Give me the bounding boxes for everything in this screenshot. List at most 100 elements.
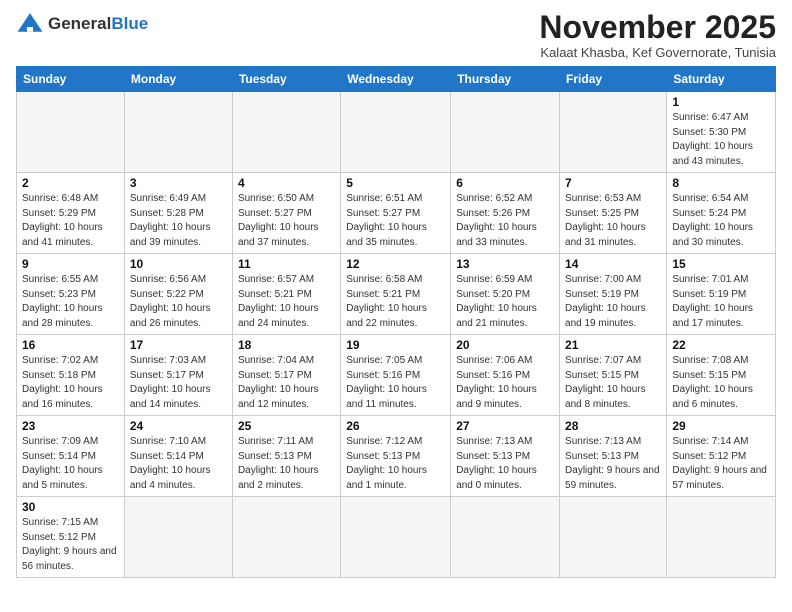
day-number: 12 [346,257,445,271]
col-header-saturday: Saturday [667,67,776,92]
calendar-cell: 8 Sunrise: 6:54 AM Sunset: 5:24 PM Daylig… [667,173,776,254]
day-number: 1 [672,95,770,109]
day-info: Sunrise: 6:52 AM Sunset: 5:26 PM Dayligh… [456,192,554,250]
calendar-cell: 13 Sunrise: 6:59 AM Sunset: 5:20 PM Dayli… [451,254,560,335]
day-number: 19 [346,338,445,352]
calendar-cell [341,92,451,173]
day-number: 3 [130,176,227,190]
calendar-table: SundayMondayTuesdayWednesdayThursdayFrid… [16,66,776,578]
calendar-cell: 20 Sunrise: 7:06 AM Sunset: 5:16 PM Dayli… [451,335,560,416]
col-header-thursday: Thursday [451,67,560,92]
day-number: 16 [22,338,119,352]
day-number: 17 [130,338,227,352]
week-row-3: 16 Sunrise: 7:02 AM Sunset: 5:18 PM Dayli… [17,335,776,416]
calendar-cell [667,497,776,578]
day-info: Sunrise: 6:56 AM Sunset: 5:22 PM Dayligh… [130,273,227,331]
calendar-cell: 24 Sunrise: 7:10 AM Sunset: 5:14 PM Dayli… [124,416,232,497]
col-header-wednesday: Wednesday [341,67,451,92]
calendar-cell: 17 Sunrise: 7:03 AM Sunset: 5:17 PM Dayli… [124,335,232,416]
week-row-4: 23 Sunrise: 7:09 AM Sunset: 5:14 PM Dayli… [17,416,776,497]
day-info: Sunrise: 6:50 AM Sunset: 5:27 PM Dayligh… [238,192,335,250]
calendar-cell: 2Sunrise: 6:48 AM Sunset: 5:29 PM Daylig… [17,173,125,254]
day-number: 30 [22,500,119,514]
day-number: 7 [565,176,661,190]
day-info: Sunrise: 7:13 AM Sunset: 5:13 PM Dayligh… [565,435,661,493]
day-number: 14 [565,257,661,271]
calendar-cell [232,92,340,173]
day-info: Sunrise: 7:15 AM Sunset: 5:12 PM Dayligh… [22,516,119,574]
calendar-cell: 19 Sunrise: 7:05 AM Sunset: 5:16 PM Dayli… [341,335,451,416]
day-info: Sunrise: 7:03 AM Sunset: 5:17 PM Dayligh… [130,354,227,412]
calendar-cell: 10Sunrise: 6:56 AM Sunset: 5:22 PM Dayli… [124,254,232,335]
day-info: Sunrise: 6:47 AM Sunset: 5:30 PM Dayligh… [672,111,770,169]
day-info: Sunrise: 6:58 AM Sunset: 5:21 PM Dayligh… [346,273,445,331]
location-subtitle: Kalaat Khasba, Kef Governorate, Tunisia [539,45,776,60]
calendar-cell: 9Sunrise: 6:55 AM Sunset: 5:23 PM Daylig… [17,254,125,335]
day-number: 21 [565,338,661,352]
day-number: 24 [130,419,227,433]
day-number: 18 [238,338,335,352]
col-header-sunday: Sunday [17,67,125,92]
day-number: 6 [456,176,554,190]
calendar-cell: 23 Sunrise: 7:09 AM Sunset: 5:14 PM Dayli… [17,416,125,497]
day-number: 11 [238,257,335,271]
day-info: Sunrise: 7:04 AM Sunset: 5:17 PM Dayligh… [238,354,335,412]
calendar-cell [560,497,667,578]
day-number: 27 [456,419,554,433]
day-number: 20 [456,338,554,352]
day-number: 8 [672,176,770,190]
calendar-cell [451,497,560,578]
page-container: GeneralBlue November 2025 Kalaat Khasba,… [0,0,792,588]
day-number: 5 [346,176,445,190]
day-info: Sunrise: 7:02 AM Sunset: 5:18 PM Dayligh… [22,354,119,412]
week-row-1: 2Sunrise: 6:48 AM Sunset: 5:29 PM Daylig… [17,173,776,254]
calendar-cell: 18 Sunrise: 7:04 AM Sunset: 5:17 PM Dayli… [232,335,340,416]
calendar-cell: 1 Sunrise: 6:47 AM Sunset: 5:30 PM Daylig… [667,92,776,173]
col-header-monday: Monday [124,67,232,92]
col-header-friday: Friday [560,67,667,92]
day-info: Sunrise: 6:54 AM Sunset: 5:24 PM Dayligh… [672,192,770,250]
calendar-cell: 4 Sunrise: 6:50 AM Sunset: 5:27 PM Daylig… [232,173,340,254]
calendar-cell: 30 Sunrise: 7:15 AM Sunset: 5:12 PM Dayli… [17,497,125,578]
title-block: November 2025 Kalaat Khasba, Kef Governo… [539,10,776,60]
calendar-cell: 6 Sunrise: 6:52 AM Sunset: 5:26 PM Daylig… [451,173,560,254]
calendar-cell: 16 Sunrise: 7:02 AM Sunset: 5:18 PM Dayli… [17,335,125,416]
day-info: Sunrise: 6:57 AM Sunset: 5:21 PM Dayligh… [238,273,335,331]
calendar-cell: 25Sunrise: 7:11 AM Sunset: 5:13 PM Dayli… [232,416,340,497]
calendar-cell [17,92,125,173]
calendar-cell: 21 Sunrise: 7:07 AM Sunset: 5:15 PM Dayli… [560,335,667,416]
calendar-cell: 7 Sunrise: 6:53 AM Sunset: 5:25 PM Daylig… [560,173,667,254]
day-number: 22 [672,338,770,352]
calendar-cell [124,92,232,173]
day-info: Sunrise: 7:06 AM Sunset: 5:16 PM Dayligh… [456,354,554,412]
week-row-2: 9Sunrise: 6:55 AM Sunset: 5:23 PM Daylig… [17,254,776,335]
day-number: 25 [238,419,335,433]
calendar-cell [560,92,667,173]
day-number: 4 [238,176,335,190]
day-number: 15 [672,257,770,271]
day-number: 13 [456,257,554,271]
day-info: Sunrise: 7:00 AM Sunset: 5:19 PM Dayligh… [565,273,661,331]
calendar-cell [232,497,340,578]
calendar-header-row: SundayMondayTuesdayWednesdayThursdayFrid… [17,67,776,92]
day-info: Sunrise: 7:14 AM Sunset: 5:12 PM Dayligh… [672,435,770,493]
day-info: Sunrise: 6:53 AM Sunset: 5:25 PM Dayligh… [565,192,661,250]
col-header-tuesday: Tuesday [232,67,340,92]
day-number: 23 [22,419,119,433]
day-info: Sunrise: 7:09 AM Sunset: 5:14 PM Dayligh… [22,435,119,493]
calendar-cell: 3Sunrise: 6:49 AM Sunset: 5:28 PM Daylig… [124,173,232,254]
calendar-cell: 29Sunrise: 7:14 AM Sunset: 5:12 PM Dayli… [667,416,776,497]
week-row-5: 30 Sunrise: 7:15 AM Sunset: 5:12 PM Dayli… [17,497,776,578]
day-info: Sunrise: 6:59 AM Sunset: 5:20 PM Dayligh… [456,273,554,331]
calendar-cell [124,497,232,578]
day-info: Sunrise: 6:55 AM Sunset: 5:23 PM Dayligh… [22,273,119,331]
day-info: Sunrise: 7:05 AM Sunset: 5:16 PM Dayligh… [346,354,445,412]
logo-icon [16,10,44,38]
calendar-cell: 26Sunrise: 7:12 AM Sunset: 5:13 PM Dayli… [341,416,451,497]
day-info: Sunrise: 7:10 AM Sunset: 5:14 PM Dayligh… [130,435,227,493]
day-info: Sunrise: 7:01 AM Sunset: 5:19 PM Dayligh… [672,273,770,331]
day-info: Sunrise: 7:07 AM Sunset: 5:15 PM Dayligh… [565,354,661,412]
calendar-cell: 27 Sunrise: 7:13 AM Sunset: 5:13 PM Dayli… [451,416,560,497]
day-number: 28 [565,419,661,433]
day-info: Sunrise: 7:13 AM Sunset: 5:13 PM Dayligh… [456,435,554,493]
